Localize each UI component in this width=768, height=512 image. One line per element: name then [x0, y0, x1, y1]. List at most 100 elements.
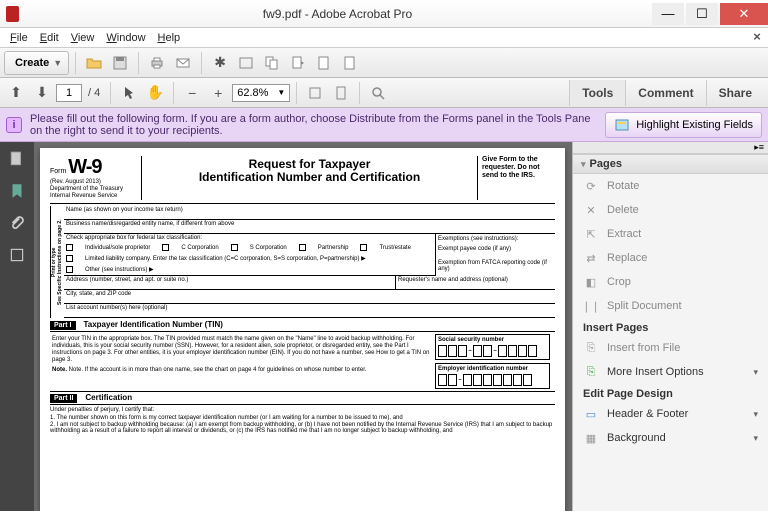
page-down-button[interactable]: ⬇ — [30, 81, 54, 105]
header-footer-item[interactable]: ▭Header & Footer▾ — [573, 402, 768, 426]
menu-window[interactable]: Window — [100, 30, 151, 46]
thumbnails-icon[interactable] — [8, 150, 26, 168]
part2-header: Part II — [50, 394, 77, 403]
email-icon — [175, 55, 191, 71]
crop-item[interactable]: ◧Crop — [573, 270, 768, 294]
chk-partnership[interactable] — [299, 244, 306, 251]
scan-button[interactable] — [234, 51, 258, 75]
insert-file-icon: ⎘ — [583, 340, 599, 356]
field-account[interactable]: List account number(s) here (optional) — [64, 304, 555, 318]
header-footer-icon: ▭ — [583, 406, 599, 422]
highlight-label: Highlight Existing Fields — [636, 119, 753, 131]
more-insert-item[interactable]: ⎘More Insert Options▾ — [573, 360, 768, 384]
hand-tool-button[interactable]: ✋ — [143, 81, 167, 105]
chk-llc[interactable] — [66, 255, 73, 262]
replace-icon: ⇄ — [583, 250, 599, 266]
menubar: File Edit View Window Help × — [0, 28, 768, 48]
fit-icon — [307, 85, 323, 101]
form-give: Give Form to the requester. Do not send … — [477, 156, 555, 200]
highlight-fields-button[interactable]: Highlight Existing Fields — [605, 112, 762, 138]
form-label: Form — [50, 168, 66, 175]
page-number-input[interactable] — [56, 84, 82, 102]
more-insert-icon: ⎘ — [583, 364, 599, 380]
create-label: Create — [15, 57, 49, 69]
delete-icon: ✕ — [583, 202, 599, 218]
signatures-icon[interactable] — [8, 246, 26, 264]
email-button[interactable] — [171, 51, 195, 75]
form-dept: Department of the Treasury — [50, 186, 137, 193]
maximize-button[interactable]: ☐ — [686, 3, 718, 25]
tool-b-button[interactable] — [338, 51, 362, 75]
combine-icon — [264, 55, 280, 71]
share-tab[interactable]: Share — [706, 80, 764, 106]
save-button[interactable] — [108, 51, 132, 75]
zoom-select[interactable]: 62.8%▼ — [232, 84, 290, 102]
extract-item[interactable]: ⇱Extract — [573, 222, 768, 246]
pages-section-header[interactable]: Pages — [573, 154, 768, 174]
field-business[interactable]: Business name/disregarded entity name, i… — [64, 220, 555, 234]
delete-item[interactable]: ✕Delete — [573, 198, 768, 222]
find-button[interactable] — [366, 81, 390, 105]
main-area: Form W-9 (Rev. August 2013) Department o… — [0, 142, 768, 511]
pdf-page: Form W-9 (Rev. August 2013) Department o… — [40, 148, 565, 511]
replace-item[interactable]: ⇄Replace — [573, 246, 768, 270]
settings-button[interactable]: ✱ — [208, 51, 232, 75]
menu-help[interactable]: Help — [152, 30, 187, 46]
form-message-bar: i Please fill out the following form. If… — [0, 108, 768, 142]
field-city[interactable]: City, state, and ZIP code — [64, 290, 555, 304]
create-button[interactable]: Create ▼ — [4, 51, 69, 75]
close-button[interactable]: ✕ — [720, 3, 768, 25]
menu-file[interactable]: File — [4, 30, 34, 46]
chk-s-corp[interactable] — [231, 244, 238, 251]
info-icon: i — [6, 117, 22, 133]
tools-tab[interactable]: Tools — [569, 80, 625, 106]
background-icon: ▦ — [583, 430, 599, 446]
combine-button[interactable] — [260, 51, 284, 75]
zoom-out-button[interactable]: − — [180, 81, 204, 105]
menu-view[interactable]: View — [65, 30, 101, 46]
zoom-in-button[interactable]: + — [206, 81, 230, 105]
background-item[interactable]: ▦Background▾ — [573, 426, 768, 450]
field-requester[interactable]: Requester's name and address (optional) — [395, 276, 555, 290]
chk-individual[interactable] — [66, 244, 73, 251]
print-button[interactable] — [145, 51, 169, 75]
rotate-item[interactable]: ⟳Rotate — [573, 174, 768, 198]
split-item[interactable]: ❘❘Split Document — [573, 294, 768, 318]
pane-menu-icon[interactable]: ▸≡ — [754, 142, 764, 153]
bookmarks-icon[interactable] — [8, 182, 26, 200]
export-button[interactable] — [286, 51, 310, 75]
document-close-icon[interactable]: × — [750, 31, 764, 45]
search-icon — [370, 85, 386, 101]
fit-page-button[interactable] — [329, 81, 353, 105]
doc-icon — [342, 55, 358, 71]
chk-other[interactable] — [66, 266, 73, 273]
insert-file-item[interactable]: ⎘Insert from File — [573, 336, 768, 360]
document-viewport[interactable]: Form W-9 (Rev. August 2013) Department o… — [34, 142, 572, 511]
menu-edit[interactable]: Edit — [34, 30, 65, 46]
chk-c-corp[interactable] — [162, 244, 169, 251]
open-button[interactable] — [82, 51, 106, 75]
edit-design-label: Edit Page Design — [573, 384, 768, 402]
attachments-icon[interactable] — [8, 214, 26, 232]
chk-trust[interactable] — [360, 244, 367, 251]
minimize-button[interactable]: — — [652, 3, 684, 25]
pane-top: ▸≡ — [573, 142, 768, 154]
left-sidebar — [0, 142, 34, 511]
hand-icon: ✋ — [147, 84, 164, 101]
fit-width-button[interactable] — [303, 81, 327, 105]
chevron-down-icon: ▼ — [277, 88, 285, 97]
ein-box: Employer identification number – — [435, 363, 550, 389]
tools-pane: ▸≡ Pages ⟳Rotate ✕Delete ⇱Extract ⇄Repla… — [572, 142, 768, 511]
tool-a-button[interactable] — [312, 51, 336, 75]
page-up-button[interactable]: ⬆ — [4, 81, 28, 105]
form-irs: Internal Revenue Service — [50, 193, 137, 200]
save-icon — [112, 55, 128, 71]
field-name[interactable]: Name (as shown on your income tax return… — [64, 206, 555, 220]
export-icon — [290, 55, 306, 71]
field-address[interactable]: Address (number, street, and apt. or sui… — [64, 276, 395, 290]
form-title-2: Identification Number and Certification — [150, 171, 469, 184]
select-tool-button[interactable] — [117, 81, 141, 105]
fit-page-icon — [333, 85, 349, 101]
extract-icon: ⇱ — [583, 226, 599, 242]
comment-tab[interactable]: Comment — [625, 80, 705, 106]
